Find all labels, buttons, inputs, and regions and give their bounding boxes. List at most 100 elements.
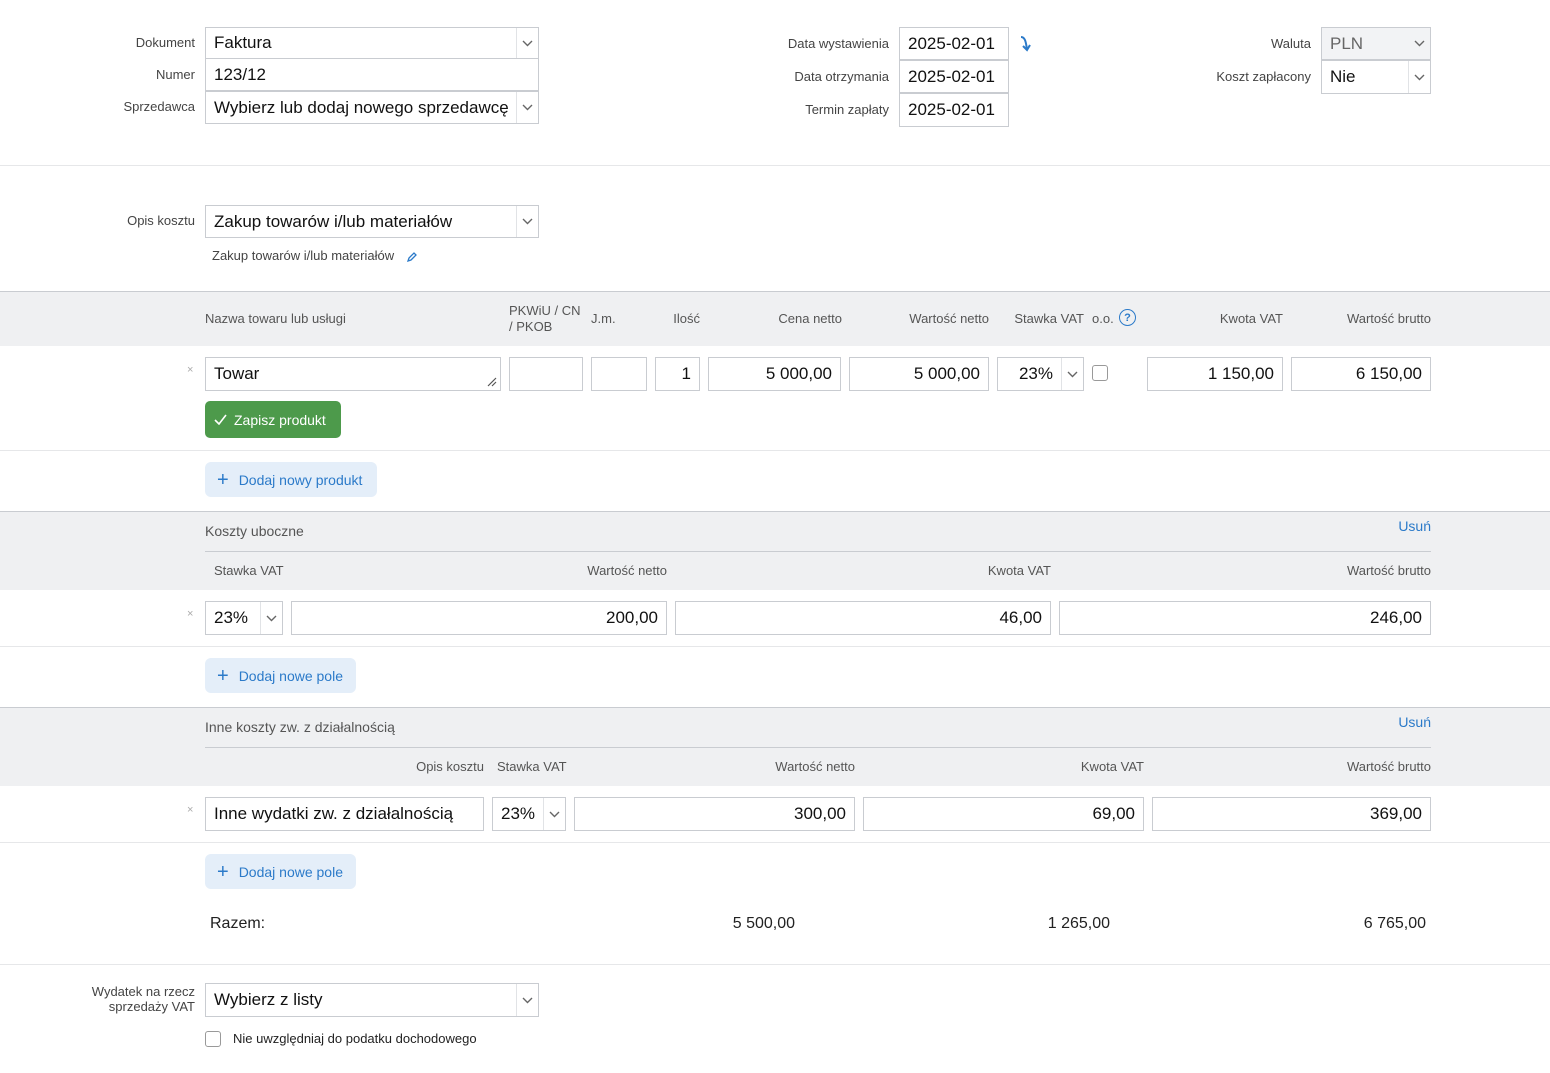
ku-col-vat-amount: Kwota VAT bbox=[987, 563, 1051, 578]
remove-row-button[interactable]: × bbox=[187, 804, 193, 816]
data-otrzymania-input[interactable]: 2025-02-01 bbox=[899, 60, 1009, 93]
vat-amount-input[interactable]: 1 150,00 bbox=[1147, 357, 1283, 391]
pkwiu-input[interactable] bbox=[509, 357, 583, 391]
section-divider bbox=[205, 747, 1431, 748]
qty-input[interactable]: 1 bbox=[655, 357, 700, 391]
ku-col-net: Wartość netto bbox=[587, 563, 667, 578]
dokument-value: Faktura bbox=[214, 33, 272, 52]
chevron-down-icon bbox=[260, 602, 282, 634]
numer-label: Numer bbox=[155, 67, 195, 82]
add-field-button[interactable]: + Dodaj nowe pole bbox=[205, 658, 356, 693]
totals-vat: 1 265,00 bbox=[1047, 915, 1110, 932]
opis-kosztu-value: Zakup towarów i/lub materiałów bbox=[214, 211, 453, 231]
totals-gross: 6 765,00 bbox=[1363, 915, 1426, 932]
resize-handle-icon[interactable] bbox=[485, 375, 497, 387]
ik-col-gross: Wartość brutto bbox=[1346, 759, 1431, 774]
ik-col-vat-rate: Stawka VAT bbox=[497, 759, 567, 774]
inne-koszty-remove-link[interactable]: Usuń bbox=[1380, 714, 1431, 730]
ik-vat-rate-select[interactable]: 23% bbox=[492, 797, 566, 831]
koszty-uboczne-remove-link[interactable]: Usuń bbox=[1380, 518, 1431, 534]
exclude-income-tax-checkbox[interactable] bbox=[205, 1031, 221, 1047]
net-value-input[interactable]: 5 000,00 bbox=[849, 357, 989, 391]
chevron-down-icon bbox=[1408, 61, 1430, 93]
vat-rate-select[interactable]: 23% bbox=[997, 357, 1084, 391]
ku-net-input[interactable]: 200,00 bbox=[291, 601, 667, 635]
wydatek-select[interactable]: Wybierz z listy bbox=[205, 983, 539, 1017]
data-wystawienia-input[interactable]: 2025-02-01 bbox=[899, 27, 1009, 60]
jm-input[interactable] bbox=[591, 357, 647, 391]
chevron-down-icon bbox=[543, 798, 565, 830]
ik-opis-input[interactable]: Inne wydatki zw. z działalnością bbox=[205, 797, 484, 831]
ku-gross-input[interactable]: 246,00 bbox=[1059, 601, 1431, 635]
copy-date-arrow-icon[interactable] bbox=[1017, 35, 1033, 53]
divider bbox=[0, 646, 1550, 647]
add-product-label: Dodaj nowy produkt bbox=[238, 471, 363, 488]
edit-pencil-icon[interactable] bbox=[406, 250, 418, 263]
sprzedawca-select[interactable]: Wybierz lub dodaj nowego sprzedawcę bbox=[205, 91, 539, 124]
ik-col-net: Wartość netto bbox=[775, 759, 855, 774]
koszt-zaplacony-value: Nie bbox=[1330, 67, 1356, 86]
divider bbox=[0, 450, 1550, 451]
col-vat-rate-header: Stawka VAT bbox=[1014, 311, 1084, 326]
oo-checkbox[interactable] bbox=[1092, 365, 1108, 381]
opis-kosztu-label: Opis kosztu bbox=[127, 213, 195, 228]
opis-kosztu-select[interactable]: Zakup towarów i/lub materiałów bbox=[205, 205, 539, 238]
wydatek-value: Wybierz z listy bbox=[214, 990, 323, 1009]
chevron-down-icon bbox=[516, 206, 538, 237]
product-name-value: Towar bbox=[214, 364, 260, 383]
add-field-label: Dodaj nowe pole bbox=[238, 863, 343, 880]
ik-vat-rate-value: 23% bbox=[501, 804, 536, 823]
ku-vat-amount-input[interactable]: 46,00 bbox=[675, 601, 1051, 635]
vat-rate-value: 23% bbox=[1018, 364, 1053, 383]
chevron-down-icon bbox=[516, 92, 538, 123]
waluta-label: Waluta bbox=[1271, 36, 1311, 51]
exclude-income-tax-label: Nie uwzględniaj do podatku dochodowego bbox=[233, 1031, 477, 1046]
totals-net: 5 500,00 bbox=[732, 915, 795, 932]
checkmark-icon bbox=[214, 414, 227, 425]
waluta-select[interactable]: PLN bbox=[1321, 27, 1431, 60]
divider bbox=[0, 964, 1550, 965]
col-price-header: Cena netto bbox=[778, 311, 842, 326]
price-input[interactable]: 5 000,00 bbox=[708, 357, 841, 391]
termin-zaplaty-label: Termin zapłaty bbox=[805, 102, 889, 117]
totals-label: Razem: bbox=[210, 915, 266, 932]
data-otrzymania-label: Data otrzymania bbox=[794, 69, 889, 84]
ku-vat-rate-select[interactable]: 23% bbox=[205, 601, 283, 635]
remove-row-button[interactable]: × bbox=[187, 364, 193, 376]
ik-gross-input[interactable]: 369,00 bbox=[1152, 797, 1431, 831]
chevron-down-icon bbox=[1061, 358, 1083, 390]
ik-col-opis: Opis kosztu bbox=[416, 759, 484, 774]
ik-net-input[interactable]: 300,00 bbox=[574, 797, 855, 831]
section-divider bbox=[205, 551, 1431, 552]
ku-vat-rate-value: 23% bbox=[214, 608, 249, 627]
koszt-zaplacony-select[interactable]: Nie bbox=[1321, 60, 1431, 94]
dokument-select[interactable]: Faktura bbox=[205, 27, 539, 59]
add-field-button[interactable]: + Dodaj nowe pole bbox=[205, 854, 356, 889]
col-vat-amount-header: Kwota VAT bbox=[1219, 311, 1283, 326]
col-oo-header: o.o. bbox=[1092, 311, 1114, 326]
remove-row-button[interactable]: × bbox=[187, 608, 193, 620]
product-name-input[interactable]: Towar bbox=[205, 357, 501, 391]
plus-icon: + bbox=[217, 468, 229, 491]
col-gross-header: Wartość brutto bbox=[1346, 311, 1431, 326]
save-product-button[interactable]: Zapisz produkt bbox=[205, 401, 341, 438]
save-product-label: Zapisz produkt bbox=[234, 411, 326, 428]
sprzedawca-value: Wybierz lub dodaj nowego sprzedawcę bbox=[214, 97, 509, 117]
divider bbox=[0, 842, 1550, 843]
ik-vat-amount-input[interactable]: 69,00 bbox=[863, 797, 1144, 831]
data-wystawienia-label: Data wystawienia bbox=[787, 36, 889, 51]
add-field-label: Dodaj nowe pole bbox=[238, 667, 343, 684]
col-name-header: Nazwa towaru lub usługi bbox=[205, 311, 346, 326]
plus-icon: + bbox=[217, 860, 229, 883]
waluta-value: PLN bbox=[1330, 33, 1364, 53]
dokument-label: Dokument bbox=[135, 35, 195, 50]
termin-zaplaty-input[interactable]: 2025-02-01 bbox=[899, 93, 1009, 127]
help-icon[interactable]: ? bbox=[1119, 309, 1136, 326]
col-jm-header: J.m. bbox=[591, 311, 616, 326]
gross-value-input[interactable]: 6 150,00 bbox=[1291, 357, 1431, 391]
add-product-button[interactable]: + Dodaj nowy produkt bbox=[205, 462, 377, 497]
numer-input[interactable]: 123/12 bbox=[205, 58, 539, 91]
koszt-zaplacony-label: Koszt zapłacony bbox=[1216, 69, 1311, 84]
koszty-uboczne-title: Koszty uboczne bbox=[205, 523, 304, 539]
divider bbox=[0, 165, 1550, 166]
